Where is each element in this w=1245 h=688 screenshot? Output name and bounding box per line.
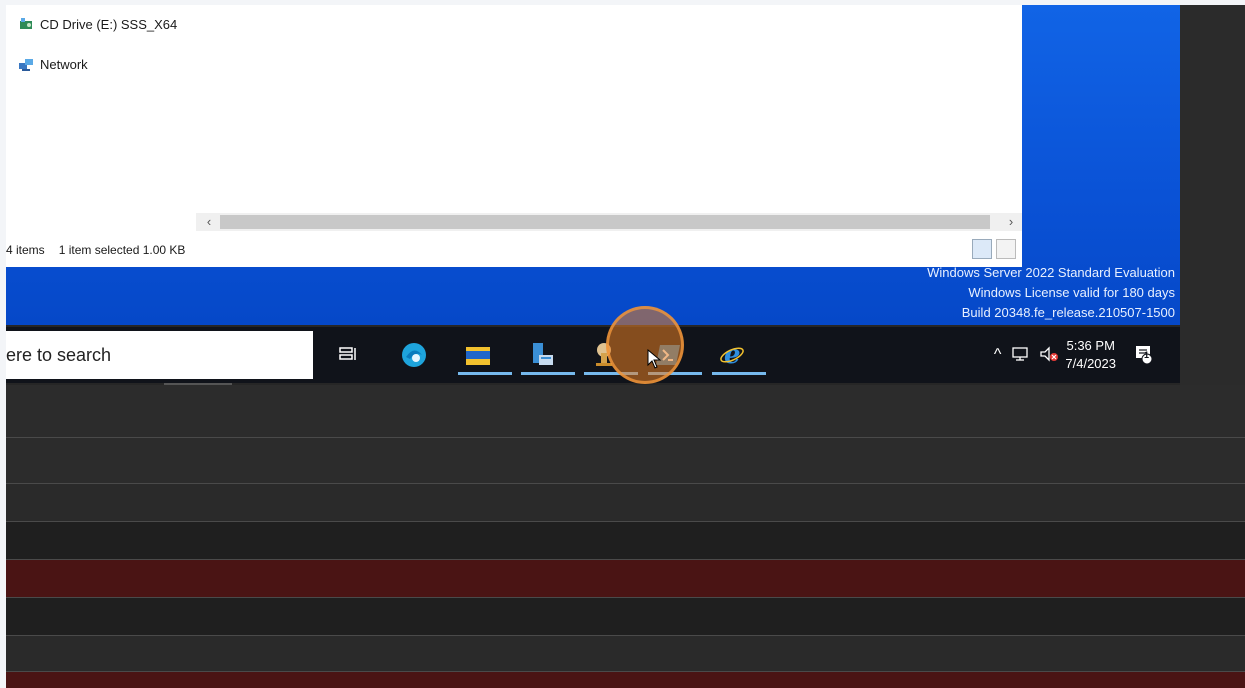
- network-tray-icon[interactable]: [1011, 346, 1029, 365]
- cd-drive-icon: [18, 16, 34, 32]
- details-view-icon[interactable]: [972, 239, 992, 259]
- watermark-edition: Windows Server 2022 Standard Evaluation: [927, 265, 1175, 280]
- large-icons-view-icon[interactable]: [996, 239, 1016, 259]
- nav-item-network[interactable]: Network: [18, 53, 88, 75]
- notification-icon[interactable]: 1: [1134, 344, 1154, 367]
- track-row[interactable]: [6, 484, 1245, 522]
- volume-muted-icon[interactable]: [1039, 345, 1059, 365]
- svg-text:e: e: [724, 341, 741, 369]
- windows-watermark: Windows Server 2022 Standard Evaluation …: [927, 263, 1175, 323]
- track-row[interactable]: [6, 385, 1245, 438]
- click-highlight: [606, 306, 684, 384]
- clock-date: 7/4/2023: [1065, 356, 1116, 371]
- file-explorer-window: CD Drive (E:) SSS_X64 Network ‹ › 4 item…: [6, 5, 1022, 267]
- file-explorer-icon[interactable]: [458, 337, 512, 375]
- track-row-highlighted[interactable]: [6, 560, 1245, 598]
- chevron-up-icon[interactable]: ^: [994, 346, 1002, 364]
- nav-item-cd-drive[interactable]: CD Drive (E:) SSS_X64: [18, 13, 177, 35]
- nav-item-label: Network: [40, 56, 88, 72]
- notification-count: 1: [1144, 349, 1150, 360]
- internet-explorer-icon[interactable]: e: [712, 337, 766, 375]
- task-view-icon[interactable]: [328, 337, 368, 373]
- screen-frame: CD Drive (E:) SSS_X64 Network ‹ › 4 item…: [6, 5, 1245, 688]
- navigation-pane: CD Drive (E:) SSS_X64 Network: [6, 5, 196, 230]
- watermark-build: Build 20348.fe_release.210507-1500: [961, 305, 1175, 320]
- view-switcher: [972, 239, 1016, 259]
- track-row-highlighted[interactable]: [6, 672, 1245, 688]
- track-row[interactable]: [6, 598, 1245, 636]
- server-manager-icon[interactable]: [521, 337, 575, 375]
- track-rows: [6, 385, 1245, 688]
- nav-item-label: CD Drive (E:) SSS_X64: [40, 16, 178, 32]
- item-count: 4 items: [6, 243, 45, 257]
- search-placeholder: ere to search: [6, 344, 112, 365]
- clock-time: 5:36 PM: [1066, 338, 1115, 353]
- taskbar: ere to search e ^ 5:36 PM 7/4/2023 1: [6, 327, 1180, 383]
- search-box[interactable]: ere to search: [6, 331, 313, 379]
- clock[interactable]: 5:36 PM 7/4/2023: [1065, 337, 1116, 373]
- network-icon: [18, 56, 34, 72]
- scrollbar-thumb[interactable]: [220, 215, 990, 229]
- system-tray: ^ 5:36 PM 7/4/2023 1: [994, 327, 1180, 383]
- status-bar: 4 items 1 item selected 1.00 KB: [6, 235, 1022, 265]
- side-panel: [1180, 5, 1245, 385]
- scroll-left-icon[interactable]: ‹: [200, 213, 218, 231]
- scroll-right-icon[interactable]: ›: [1002, 213, 1020, 231]
- watermark-license: Windows License valid for 180 days: [968, 285, 1175, 300]
- track-row[interactable]: [6, 522, 1245, 560]
- edge-icon[interactable]: [394, 337, 434, 373]
- selection-info: 1 item selected 1.00 KB: [58, 243, 186, 257]
- horizontal-scrollbar[interactable]: ‹ ›: [196, 213, 1022, 231]
- track-row[interactable]: [6, 438, 1245, 484]
- track-row[interactable]: [6, 636, 1245, 672]
